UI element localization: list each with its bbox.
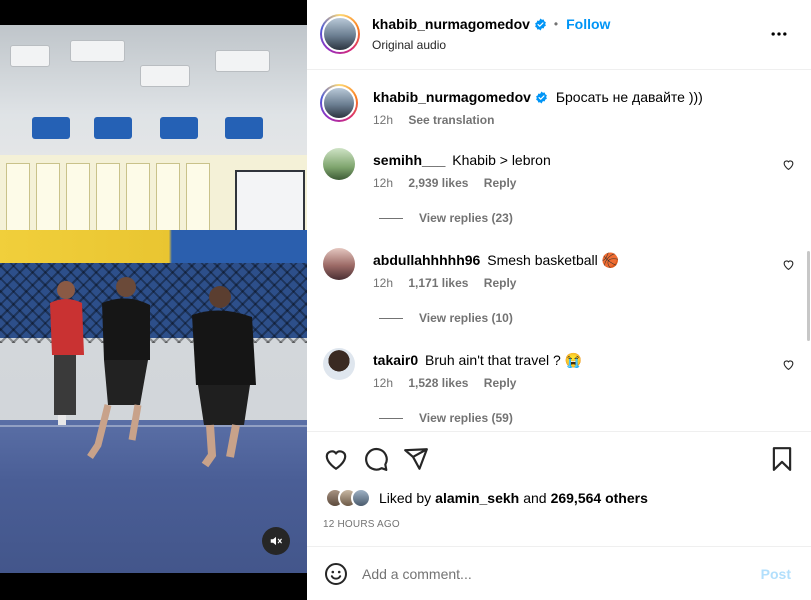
caption-username[interactable]: khabib_nurmagomedov (373, 89, 531, 105)
post-media[interactable] (0, 0, 307, 600)
comment-heart-icon[interactable] (782, 358, 795, 371)
replies-dash (379, 217, 403, 219)
header-username[interactable]: khabib_nurmagomedov (372, 16, 530, 32)
comment-text: Khabib > lebron (452, 152, 551, 168)
comment-time: 12h (373, 176, 394, 190)
comment-item: takair0 Bruh ain't that travel ? 😭 12h 1… (323, 348, 795, 425)
liker-avatar (351, 488, 371, 508)
players-figure (50, 277, 256, 468)
commenter-avatar[interactable] (323, 348, 355, 380)
player-red (50, 281, 84, 425)
comment-username[interactable]: takair0 (373, 352, 418, 368)
post-comment-button[interactable]: Post (761, 566, 791, 582)
caption-text-line: khabib_nurmagomedov Бросать не давайте )… (373, 88, 703, 106)
replies-dash (379, 317, 403, 319)
comment-text: Smesh basketball 🏀 (487, 252, 620, 268)
comment-username[interactable]: abdullahhhhh96 (373, 252, 480, 268)
bookmark-icon[interactable] (769, 446, 795, 472)
comment-item: semihh___ Khabib > lebron 12h 2,939 like… (323, 148, 795, 225)
reply-button[interactable]: Reply (484, 176, 517, 190)
share-icon[interactable] (403, 446, 429, 472)
caption-avatar (322, 86, 356, 120)
liked-by-user[interactable]: alamin_sekh (435, 490, 519, 506)
comment-item: abdullahhhhh96 Smesh basketball 🏀 12h 1,… (323, 248, 795, 325)
post-header: khabib_nurmagomedov • Follow Original au… (307, 0, 811, 70)
comment-text-line: takair0 Bruh ain't that travel ? 😭 (373, 351, 582, 369)
comment-meta: 12h 1,528 likes Reply (373, 376, 528, 390)
comments-list[interactable]: khabib_nurmagomedov Бросать не давайте )… (307, 71, 811, 431)
post-side-panel: khabib_nurmagomedov • Follow Original au… (307, 0, 811, 600)
heart-icon[interactable] (323, 446, 349, 472)
see-translation-link[interactable]: See translation (408, 113, 494, 127)
view-replies-label: View replies (23) (419, 211, 513, 225)
reply-button[interactable]: Reply (484, 276, 517, 290)
comment-heart-icon[interactable] (782, 158, 795, 171)
comment-time: 12h (373, 376, 394, 390)
comment-username[interactable]: semihh___ (373, 152, 445, 168)
reply-button[interactable]: Reply (484, 376, 517, 390)
comment-input[interactable] (362, 565, 742, 582)
likes-summary: Liked by alamin_sekh and 269,564 others (325, 488, 648, 508)
player-black-1 (87, 277, 150, 459)
author-avatar (322, 16, 358, 52)
verified-badge-icon (536, 91, 547, 104)
view-replies-button[interactable]: View replies (23) (379, 211, 513, 225)
muted-speaker-icon (270, 536, 282, 546)
more-options-icon[interactable] (769, 24, 789, 44)
post-timestamp[interactable]: 12 HOURS AGO (323, 519, 400, 530)
video-frame[interactable] (0, 25, 307, 573)
commenter-avatar[interactable] (323, 248, 355, 280)
caption-avatar-ring[interactable] (320, 84, 358, 122)
caption-text: Бросать не давайте ))) (555, 89, 703, 105)
view-replies-label: View replies (10) (419, 311, 513, 325)
view-replies-button[interactable]: View replies (59) (379, 411, 513, 425)
view-replies-label: View replies (59) (419, 411, 513, 425)
mute-toggle-button[interactable] (262, 527, 290, 555)
view-replies-button[interactable]: View replies (10) (379, 311, 513, 325)
add-comment-bar: Post (307, 546, 811, 600)
comments-scrollbar[interactable] (807, 251, 810, 341)
comment-text-line: semihh___ Khabib > lebron (373, 151, 551, 169)
likes-prefix: Liked by (379, 490, 432, 506)
player-black-2 (192, 286, 256, 468)
header-separator: • (553, 17, 559, 31)
header-title-row: khabib_nurmagomedov • Follow (372, 16, 610, 32)
post-actions: Liked by alamin_sekh and 269,564 others … (307, 431, 811, 546)
commenter-avatar[interactable] (323, 148, 355, 180)
verified-badge-icon (535, 18, 546, 30)
comment-icon[interactable] (363, 446, 389, 472)
audio-link[interactable]: Original audio (372, 38, 446, 52)
comment-meta: 12h 1,171 likes Reply (373, 276, 528, 290)
author-avatar-ring[interactable] (320, 14, 360, 54)
caption-time: 12h (373, 113, 394, 127)
emoji-icon[interactable] (324, 562, 348, 586)
replies-dash (379, 417, 403, 419)
follow-button[interactable]: Follow (566, 16, 610, 32)
comment-heart-icon[interactable] (782, 258, 795, 271)
comment-meta: 12h 2,939 likes Reply (373, 176, 528, 190)
comment-likes[interactable]: 2,939 likes (408, 176, 468, 190)
comment-time: 12h (373, 276, 394, 290)
caption-meta: 12h See translation (373, 113, 506, 127)
comment-text: Bruh ain't that travel ? 😭 (425, 352, 583, 368)
comment-likes[interactable]: 1,171 likes (408, 276, 468, 290)
likes-conj: and (523, 490, 547, 506)
comment-likes[interactable]: 1,528 likes (408, 376, 468, 390)
comment-text-line: abdullahhhhh96 Smesh basketball 🏀 (373, 251, 619, 269)
likes-others[interactable]: 269,564 others (551, 490, 648, 506)
